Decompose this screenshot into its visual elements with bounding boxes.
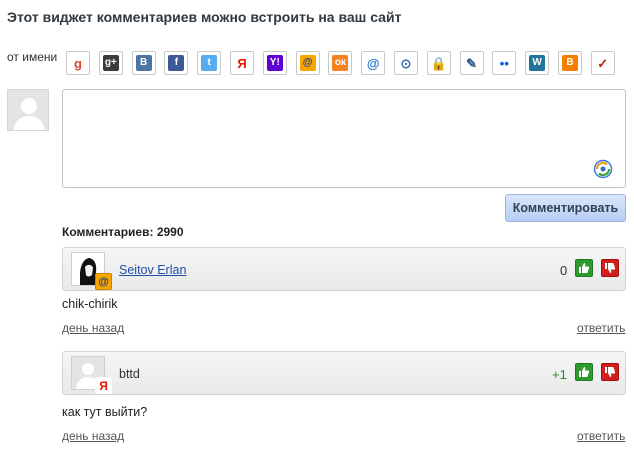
- yahoo-icon[interactable]: Y!: [262, 51, 287, 75]
- badge-glyph: Я: [99, 378, 108, 393]
- page-title: Этот виджет комментариев можно встроить …: [7, 9, 402, 25]
- comment-time-link[interactable]: день назад: [62, 429, 124, 443]
- thumbs-down-icon[interactable]: [601, 259, 619, 277]
- livejournal-pencil-icon[interactable]: ✎: [459, 51, 484, 75]
- comment-text: как тут выйти?: [62, 405, 148, 419]
- comment-author: bttd: [119, 367, 140, 381]
- reply-link[interactable]: ответить: [577, 321, 625, 335]
- comment-author-link[interactable]: Seitov Erlan: [119, 263, 186, 277]
- comments-count: Комментариев: 2990: [62, 225, 184, 239]
- comments-count-value: 2990: [156, 225, 184, 239]
- submit-comment-button[interactable]: Комментировать: [505, 194, 626, 222]
- yandex-icon[interactable]: Я: [229, 51, 254, 75]
- google-plus-icon[interactable]: g+: [98, 51, 123, 75]
- auth-providers: g g+ B f t Я Y! @ ок @ ⊙ 🔒 ✎ •• W B ✓: [66, 51, 624, 75]
- comment-header: Я bttd +1: [62, 351, 626, 395]
- flickr-icon[interactable]: ••: [492, 51, 517, 75]
- email-icon[interactable]: @: [361, 51, 386, 75]
- odnoklassniki-icon[interactable]: ок: [328, 51, 353, 75]
- comment-textarea[interactable]: [62, 89, 626, 188]
- current-user-avatar: [7, 89, 49, 131]
- mail-ru-icon[interactable]: @: [295, 51, 320, 75]
- comment-text: chik-chirik: [62, 297, 118, 311]
- reply-link[interactable]: ответить: [577, 429, 625, 443]
- vkontakte-icon[interactable]: B: [131, 51, 156, 75]
- refresh-globe-icon[interactable]: [593, 159, 613, 179]
- comment-score: 0: [560, 263, 568, 278]
- comment-time-link[interactable]: день назад: [62, 321, 124, 335]
- wordpress-icon[interactable]: W: [525, 51, 550, 75]
- badge-glyph: @: [98, 275, 109, 288]
- auth-label: от имени: [7, 50, 58, 64]
- thumbs-up-icon[interactable]: [575, 259, 593, 277]
- comment-header: @ Seitov Erlan 0: [62, 247, 626, 291]
- yandex-badge-icon: Я: [95, 377, 112, 394]
- rambler-icon[interactable]: ⊙: [393, 51, 418, 75]
- checkmark-icon[interactable]: ✓: [590, 51, 615, 75]
- comments-count-label: Комментариев:: [62, 225, 154, 239]
- thumbs-up-icon[interactable]: [575, 363, 593, 381]
- mail-ru-badge-icon: @: [95, 273, 112, 290]
- comment-score: +1: [552, 367, 567, 382]
- blogger-icon[interactable]: B: [557, 51, 582, 75]
- twitter-icon[interactable]: t: [197, 51, 222, 75]
- facebook-icon[interactable]: f: [164, 51, 189, 75]
- openid-lock-icon[interactable]: 🔒: [426, 51, 451, 75]
- google-icon[interactable]: g: [66, 51, 90, 75]
- default-avatar-icon: [8, 90, 48, 130]
- thumbs-down-icon[interactable]: [601, 363, 619, 381]
